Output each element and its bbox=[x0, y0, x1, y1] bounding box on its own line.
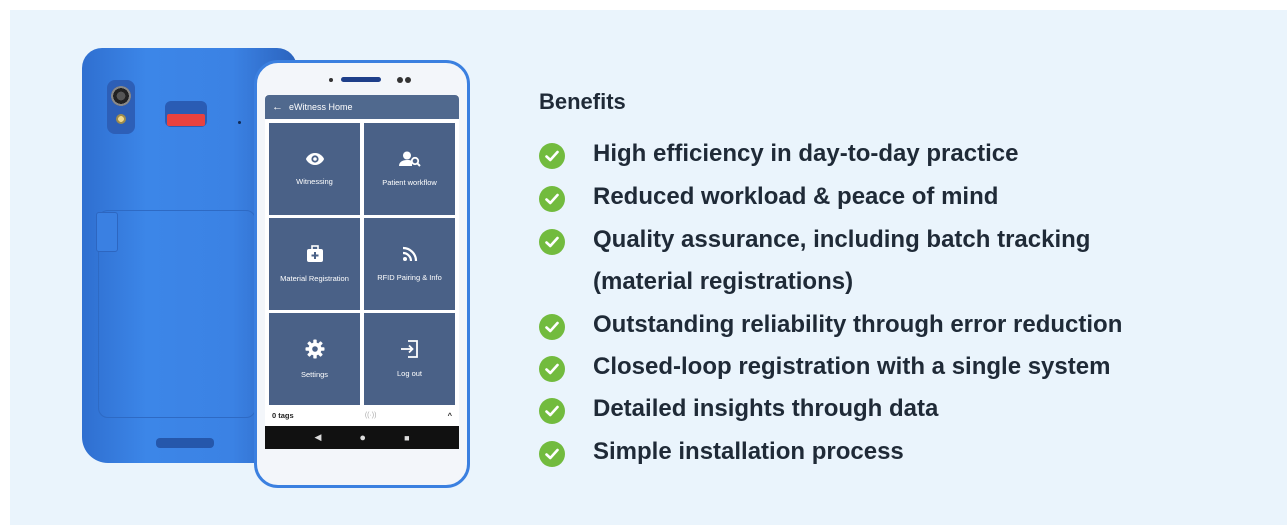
tile-label: Log out bbox=[396, 369, 423, 378]
mic-hole bbox=[238, 121, 241, 124]
tags-status-bar: 0 tags ((·)) ^ bbox=[268, 405, 458, 425]
logout-icon bbox=[400, 340, 418, 358]
tile-material-registration[interactable]: Material Registration bbox=[269, 218, 360, 310]
benefit-item: Closed-loop registration with a single s… bbox=[539, 353, 1110, 388]
tile-label: Witnessing bbox=[296, 177, 333, 186]
benefit-text: Detailed insights through data bbox=[593, 395, 939, 422]
benefit-text: Quality assurance, including batch track… bbox=[593, 219, 1090, 303]
benefit-text: Outstanding reliability through error re… bbox=[593, 311, 1123, 338]
benefits-heading: Benefits bbox=[539, 89, 626, 114]
benefit-text: Reduced workload & peace of mind bbox=[593, 183, 999, 210]
check-circle-icon bbox=[539, 229, 565, 255]
charging-port bbox=[156, 438, 214, 448]
benefit-item: Outstanding reliability through error re… bbox=[539, 311, 1122, 346]
sensor-dot bbox=[329, 78, 333, 82]
tile-label: Patient workflow bbox=[382, 178, 437, 187]
app-bar: ← eWitness Home bbox=[265, 95, 459, 119]
check-circle-icon bbox=[539, 186, 565, 212]
tile-log-out[interactable]: Log out bbox=[364, 313, 455, 405]
benefit-text: Simple installation process bbox=[593, 438, 904, 465]
side-rail bbox=[96, 212, 118, 252]
rfid-signal-icon: ((·)) bbox=[364, 411, 377, 419]
medical-kit-icon bbox=[306, 245, 323, 262]
front-camera-icon bbox=[397, 77, 403, 83]
rss-icon bbox=[402, 246, 417, 262]
tile-rfid-pairing[interactable]: RFID Pairing & Info bbox=[364, 218, 455, 310]
check-circle-icon bbox=[539, 398, 565, 424]
android-nav-bar: ◀ ● ■ bbox=[265, 426, 459, 449]
eye-icon bbox=[305, 153, 324, 165]
back-arrow-icon[interactable]: ← bbox=[272, 101, 283, 113]
check-circle-icon bbox=[539, 314, 565, 340]
tile-patient-workflow[interactable]: Patient workflow bbox=[364, 123, 455, 215]
flash-icon bbox=[116, 114, 126, 124]
check-circle-icon bbox=[539, 441, 565, 467]
tile-label: Settings bbox=[300, 370, 329, 379]
benefit-text-line: Quality assurance, including batch track… bbox=[593, 226, 1091, 253]
scanner-red-window bbox=[167, 114, 205, 126]
camera-lens-icon bbox=[111, 86, 131, 106]
expand-chevron-icon[interactable]: ^ bbox=[448, 411, 452, 420]
tile-witnessing[interactable]: Witnessing bbox=[269, 123, 360, 215]
tile-settings[interactable]: Settings bbox=[269, 313, 360, 405]
check-circle-icon bbox=[539, 356, 565, 382]
tile-label: Material Registration bbox=[280, 274, 349, 283]
benefit-item: High efficiency in day-to-day practice bbox=[539, 140, 1018, 175]
gear-icon bbox=[305, 339, 324, 359]
front-sensor-icon bbox=[405, 77, 411, 83]
nav-back-icon[interactable]: ◀ bbox=[314, 432, 321, 443]
check-circle-icon bbox=[539, 143, 565, 169]
benefit-item: Detailed insights through data bbox=[539, 395, 938, 430]
battery-cover bbox=[98, 210, 256, 418]
tile-label: RFID Pairing & Info bbox=[377, 273, 442, 282]
benefit-item: Reduced workload & peace of mind bbox=[539, 183, 998, 218]
benefit-text: High efficiency in day-to-day practice bbox=[593, 140, 1019, 167]
benefit-item: Quality assurance, including batch track… bbox=[539, 226, 1090, 303]
user-search-icon bbox=[398, 151, 421, 167]
app-title: eWitness Home bbox=[289, 102, 353, 112]
tag-count: 0 tags bbox=[272, 410, 294, 420]
benefit-item: Simple installation process bbox=[539, 438, 904, 473]
earpiece-speaker bbox=[341, 77, 381, 82]
nav-home-icon[interactable]: ● bbox=[359, 432, 366, 444]
benefit-text-line: (material registrations) bbox=[593, 268, 854, 295]
nav-recents-icon[interactable]: ■ bbox=[404, 433, 409, 443]
benefit-text: Closed-loop registration with a single s… bbox=[593, 353, 1111, 380]
